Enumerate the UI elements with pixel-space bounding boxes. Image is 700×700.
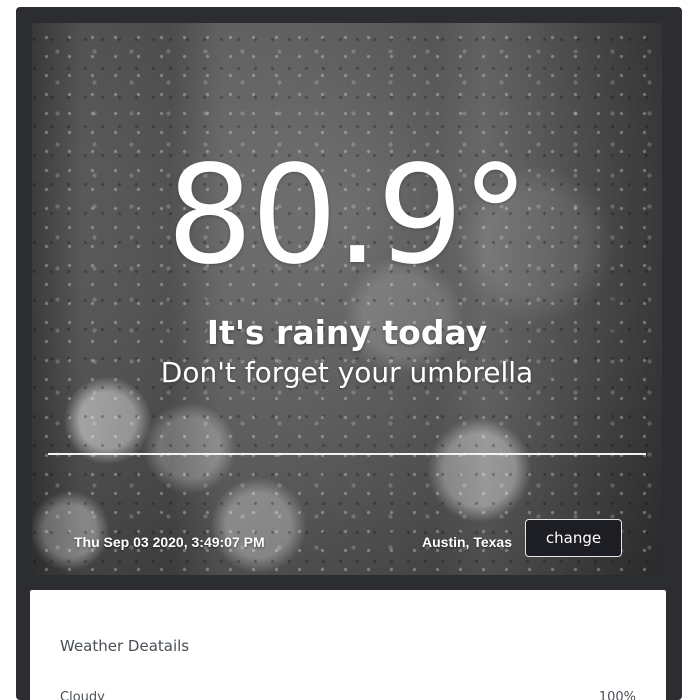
detail-label: Cloudy	[60, 690, 105, 700]
current-datetime: Thu Sep 03 2020, 3:49:07 PM	[74, 534, 265, 550]
detail-value: 100%	[598, 690, 636, 700]
weather-condition-text: It's rainy today	[206, 313, 488, 352]
hero-divider	[48, 453, 646, 455]
weather-details-panel: Weather Deatails Cloudy 100%	[30, 590, 666, 700]
weather-hero-card: 80.9° It's rainy today Don't forget your…	[32, 23, 662, 575]
rain-drops-texture	[32, 23, 662, 575]
temperature-display: 80.9°	[166, 137, 530, 295]
detail-row-cloudy: Cloudy 100%	[60, 688, 636, 700]
location-label: Austin, Texas	[422, 534, 512, 550]
weather-advice-text: Don't forget your umbrella	[160, 356, 534, 389]
details-title: Weather Deatails	[60, 637, 190, 655]
change-location-button[interactable]: change	[525, 519, 622, 557]
weather-app-frame: 80.9° It's rainy today Don't forget your…	[16, 7, 682, 700]
